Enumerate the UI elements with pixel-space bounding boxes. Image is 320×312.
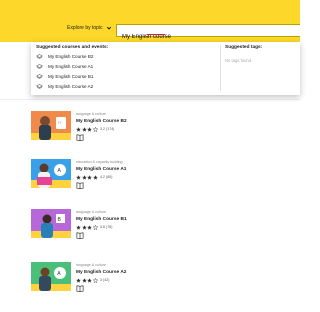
course-card[interactable]: A education & capacity building My Engli… [31,159,281,209]
star-filled-icon [76,174,81,180]
course-card[interactable]: B language & culture My English Course B… [31,209,281,259]
course-title[interactable]: My English Course B1 [76,217,127,222]
no-tags-message: No tags found [225,58,252,63]
top-bar: Explore by topic [0,0,300,43]
course-thumbnail: B [31,209,71,238]
search-suggestions-dropdown: Suggested courses and events: Suggested … [31,42,300,95]
star-filled-icon [76,224,81,230]
rating-text: 3 (42) [100,278,110,282]
graduation-cap-icon [36,53,43,58]
course-category: language & culture [76,210,106,214]
rating-text: 3.6 (76) [100,225,113,229]
suggested-courses-title: Suggested courses and events: [36,45,109,50]
star-filled-icon [87,126,92,132]
suggestion-label: My English Course B2 [48,53,94,59]
explore-by-topic-button[interactable]: Explore by topic [67,22,112,34]
star-empty-icon [92,224,98,230]
search-input[interactable] [117,31,292,43]
graduation-cap-icon [36,63,43,68]
suggestion-item[interactable]: My English Course B1 [36,72,206,80]
course-thumbnail: !? [31,111,71,140]
rating-text: 4.2 (65) [100,175,113,179]
suggestion-item[interactable]: My English Course A2 [36,82,206,90]
book-icon [76,285,84,292]
book-icon [76,182,84,189]
suggestion-item[interactable]: My English Course B2 [36,52,206,60]
page-divider [0,99,300,100]
suggestion-item[interactable]: My English Course A1 [36,62,206,70]
course-thumbnail: A [31,262,71,291]
star-filled-icon [76,277,81,283]
graduation-cap-icon [36,83,43,88]
suggested-tags-title: Suggested tags: [225,45,263,50]
suggestion-label: My English Course A2 [48,83,94,89]
course-rating: 3 (42) [76,277,109,283]
rating-text: 3.2 (174) [100,127,115,131]
star-filled-icon [87,277,92,283]
star-empty-icon [92,277,98,283]
course-card[interactable]: A language & culture My English Course A… [31,262,281,312]
chevron-down-icon [106,26,111,30]
course-category: education & capacity building [76,160,123,164]
course-thumbnail: A [31,159,71,188]
star-filled-icon [81,277,87,283]
graduation-cap-icon [36,73,43,78]
book-icon [76,232,84,239]
star-empty-icon [92,126,98,132]
course-category: language & culture [76,112,106,116]
star-filled-icon [76,126,81,132]
star-filled-icon [81,126,87,132]
star-filled-icon [87,224,92,230]
star-filled-icon [87,174,92,180]
star-filled-icon [81,224,87,230]
course-title[interactable]: My English Course B2 [76,119,127,124]
star-filled-icon [92,174,98,180]
search-box[interactable] [116,24,300,43]
star-filled-icon [81,174,87,180]
course-title[interactable]: My English Course A1 [76,167,126,172]
suggestion-label: My English Course B1 [48,73,94,79]
explore-label: Explore by topic [67,25,103,31]
course-rating: 3.6 (76) [76,224,112,230]
suggestion-label: My English Course A1 [48,63,94,69]
course-rating: 4.2 (65) [76,174,112,180]
course-card[interactable]: !? language & culture My English Course … [31,111,281,161]
book-icon [76,134,84,141]
spellcheck-underline [147,34,165,35]
course-rating: 3.2 (174) [76,126,114,132]
course-category: language & culture [76,263,106,267]
course-title[interactable]: My English Course A2 [76,270,126,275]
dropdown-divider [220,45,221,91]
